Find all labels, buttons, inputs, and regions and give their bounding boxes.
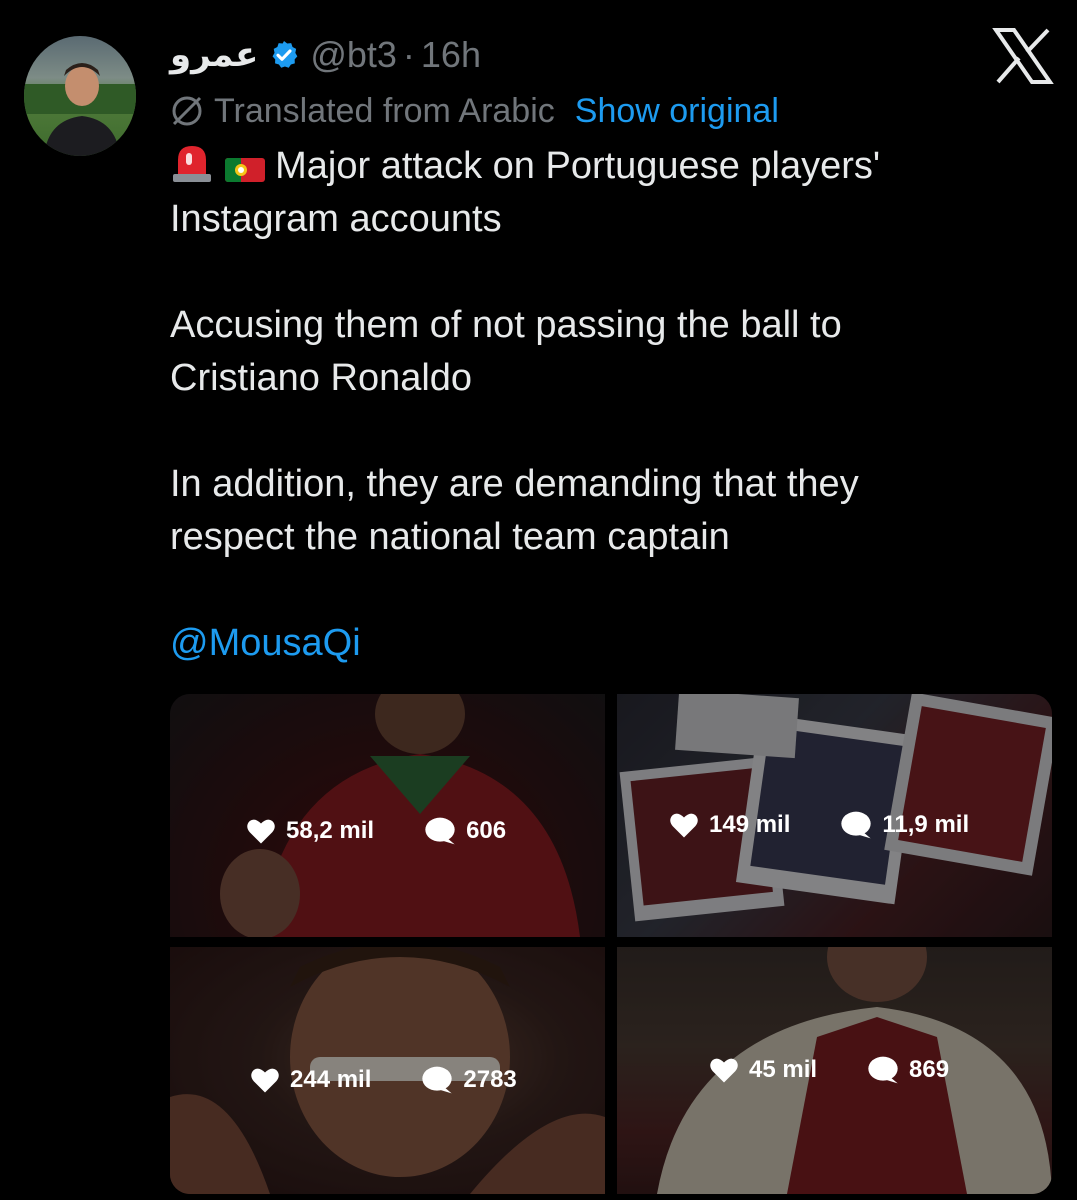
media-image[interactable]: 45 mil 869 <box>617 947 1052 1194</box>
comment-bubble-icon <box>841 811 872 839</box>
translation-row: Translated from Arabic Show original <box>170 88 779 134</box>
tweet-text-line: respect the national team captain <box>170 516 730 558</box>
likes-count: 58,2 mil <box>286 817 375 844</box>
heart-icon <box>670 813 698 838</box>
tweet-line: Major attack on Portuguese players' <box>170 140 1050 193</box>
comment-bubble-icon <box>422 1066 453 1094</box>
likes-stat: 149 mil <box>669 811 790 839</box>
tweet-text-line: Instagram accounts <box>170 198 502 240</box>
avatar[interactable] <box>24 36 136 156</box>
timestamp[interactable]: 16h <box>421 34 481 76</box>
translate-slash-icon <box>172 96 202 126</box>
post-stats: 58,2 mil 606 <box>246 816 506 846</box>
media-image[interactable]: 149 mil 11,9 mil <box>617 694 1052 937</box>
comments-stat: 2783 <box>421 1065 517 1095</box>
verified-badge-icon <box>272 41 298 68</box>
media-image[interactable]: 244 mil 2783 <box>170 947 605 1194</box>
post-stats: 149 mil 11,9 mil <box>669 810 969 840</box>
comments-count: 869 <box>909 1056 950 1083</box>
avatar-photo <box>24 63 136 156</box>
comment-bubble-icon <box>868 1056 898 1084</box>
heart-icon <box>247 819 275 844</box>
likes-count: 45 mil <box>749 1056 818 1083</box>
tweet-text-line: Major attack on Portuguese players' <box>275 145 881 187</box>
media-grid: 58,2 mil 606 149 mil 11,9 mil 244 mil 27… <box>170 694 1052 1194</box>
tweet-text-line: Cristiano Ronaldo <box>170 357 473 399</box>
x-logo-icon[interactable] <box>992 28 1054 84</box>
portugal-flag-emoji <box>224 158 265 182</box>
show-original-link[interactable]: Show original <box>575 92 779 131</box>
post-stats: 45 mil 869 <box>709 1055 949 1085</box>
post-stats: 244 mil 2783 <box>250 1065 517 1095</box>
translated-label: Translated from Arabic <box>214 91 555 130</box>
comments-stat: 606 <box>424 816 506 846</box>
comments-stat: 869 <box>867 1055 949 1085</box>
heart-icon <box>251 1068 279 1093</box>
user-handle[interactable]: @bt3 <box>310 34 397 76</box>
likes-stat: 45 mil <box>709 1056 817 1084</box>
comment-bubble-icon <box>425 817 455 845</box>
tweet-text: Major attack on Portuguese players' Inst… <box>170 140 1050 670</box>
media-image[interactable]: 58,2 mil 606 <box>170 694 605 937</box>
heart-icon <box>710 1058 738 1083</box>
comments-count: 606 <box>466 817 507 844</box>
display-name[interactable]: عمرو <box>170 35 258 75</box>
tweet-header: عمرو @bt3 · 16h <box>170 30 481 80</box>
comments-stat: 11,9 mil <box>840 810 969 840</box>
likes-stat: 244 mil <box>250 1066 371 1094</box>
separator-dot: · <box>402 34 415 75</box>
comments-count: 2783 <box>463 1066 517 1093</box>
mention-link[interactable]: @MousaQi <box>170 622 361 664</box>
likes-count: 149 mil <box>709 811 791 838</box>
tweet-text-line: Accusing them of not passing the ball to <box>170 304 842 346</box>
rotating-light-emoji <box>173 146 211 182</box>
likes-count: 244 mil <box>290 1066 372 1093</box>
tweet-text-line: In addition, they are demanding that the… <box>170 463 859 505</box>
likes-stat: 58,2 mil <box>246 817 374 845</box>
comments-count: 11,9 mil <box>882 811 970 838</box>
